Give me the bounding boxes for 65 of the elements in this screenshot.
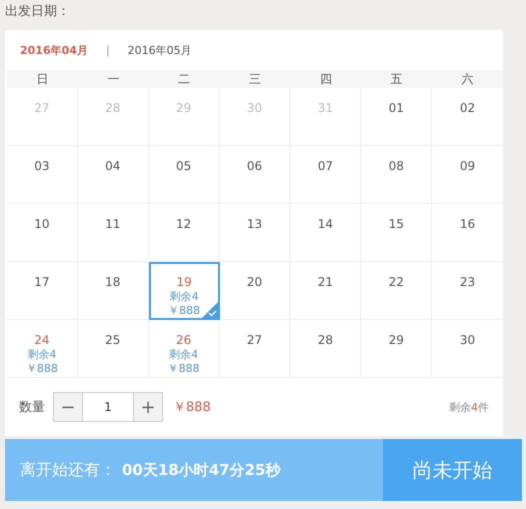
day-number: 26 (176, 333, 192, 348)
day-number: 12 (176, 217, 192, 232)
departure-date-label: 出发日期： (5, 4, 71, 21)
day-number: 30 (460, 333, 476, 348)
day-number: 27 (34, 101, 50, 116)
day-cell[interactable]: 26 剩余4 ￥888 (148, 320, 220, 378)
day-number: 09 (460, 159, 476, 174)
weekday-header: 二 (148, 70, 220, 88)
price-text: ￥888 (168, 304, 200, 318)
day-number: 29 (388, 333, 404, 348)
day-number: 13 (246, 217, 262, 232)
quantity-label: 数量 (19, 399, 45, 416)
day-number: 05 (176, 159, 192, 174)
day-number: 19 (176, 275, 192, 290)
day-number: 27 (246, 333, 262, 348)
day-number: 24 (34, 333, 50, 348)
day-number: 22 (388, 275, 404, 290)
increment-button[interactable]: + (133, 392, 163, 422)
weekday-header: 四 (290, 70, 362, 88)
day-number: 08 (388, 159, 404, 174)
day-number: 10 (34, 217, 50, 232)
day-number: 30 (246, 101, 262, 116)
day-number: 06 (246, 159, 262, 174)
stock-text: 剩余4 (169, 348, 198, 362)
day-number: 03 (34, 159, 50, 174)
day-cell[interactable]: 19 剩余4 ￥888 (148, 262, 220, 320)
decrement-button[interactable]: − (53, 392, 83, 422)
weekday-header: 一 (78, 70, 149, 88)
price-text: ￥888 (26, 362, 58, 376)
separator: | (106, 44, 110, 56)
quantity-field[interactable]: 1 (83, 392, 133, 422)
day-number: 15 (388, 217, 404, 232)
day-number: 14 (318, 217, 333, 232)
stock-text: 剩余4 (170, 290, 199, 304)
day-number: 28 (318, 333, 333, 348)
day-number: 16 (460, 217, 476, 232)
day-number: 11 (105, 217, 120, 232)
day-number: 20 (246, 275, 262, 290)
day-number: 18 (105, 275, 120, 290)
day-number: 23 (460, 275, 476, 290)
weekday-header: 日 (7, 70, 78, 88)
day-number: 21 (318, 275, 333, 290)
day-number: 31 (318, 101, 333, 116)
stock-text: 剩余4 (27, 348, 56, 362)
weekday-header: 六 (432, 70, 503, 88)
day-number: 01 (388, 101, 404, 116)
day-number: 17 (34, 275, 50, 290)
weekday-header: 五 (361, 70, 432, 88)
not-started-button[interactable]: 尚未开始 (383, 439, 522, 501)
day-number: 02 (460, 101, 476, 116)
month-tab[interactable]: 2016年05月 (128, 42, 192, 58)
price-text: ￥888 (168, 362, 200, 376)
day-number: 07 (318, 159, 333, 174)
total-price: ￥888 (173, 399, 211, 416)
check-corner-icon (202, 302, 218, 318)
countdown-label: 离开始还有： (20, 460, 116, 480)
day-number: 25 (105, 333, 120, 348)
day-number: 04 (105, 159, 120, 174)
remaining-stock-text: 剩余4件 (449, 400, 489, 414)
day-number: 28 (105, 101, 120, 116)
day-cell[interactable]: 24 剩余4 ￥888 (7, 320, 78, 378)
countdown-value: 00天18小时47分25秒 (122, 460, 280, 480)
weekday-header: 三 (220, 70, 290, 88)
day-number: 29 (176, 101, 192, 116)
month-tab[interactable]: 2016年04月 (20, 42, 88, 58)
